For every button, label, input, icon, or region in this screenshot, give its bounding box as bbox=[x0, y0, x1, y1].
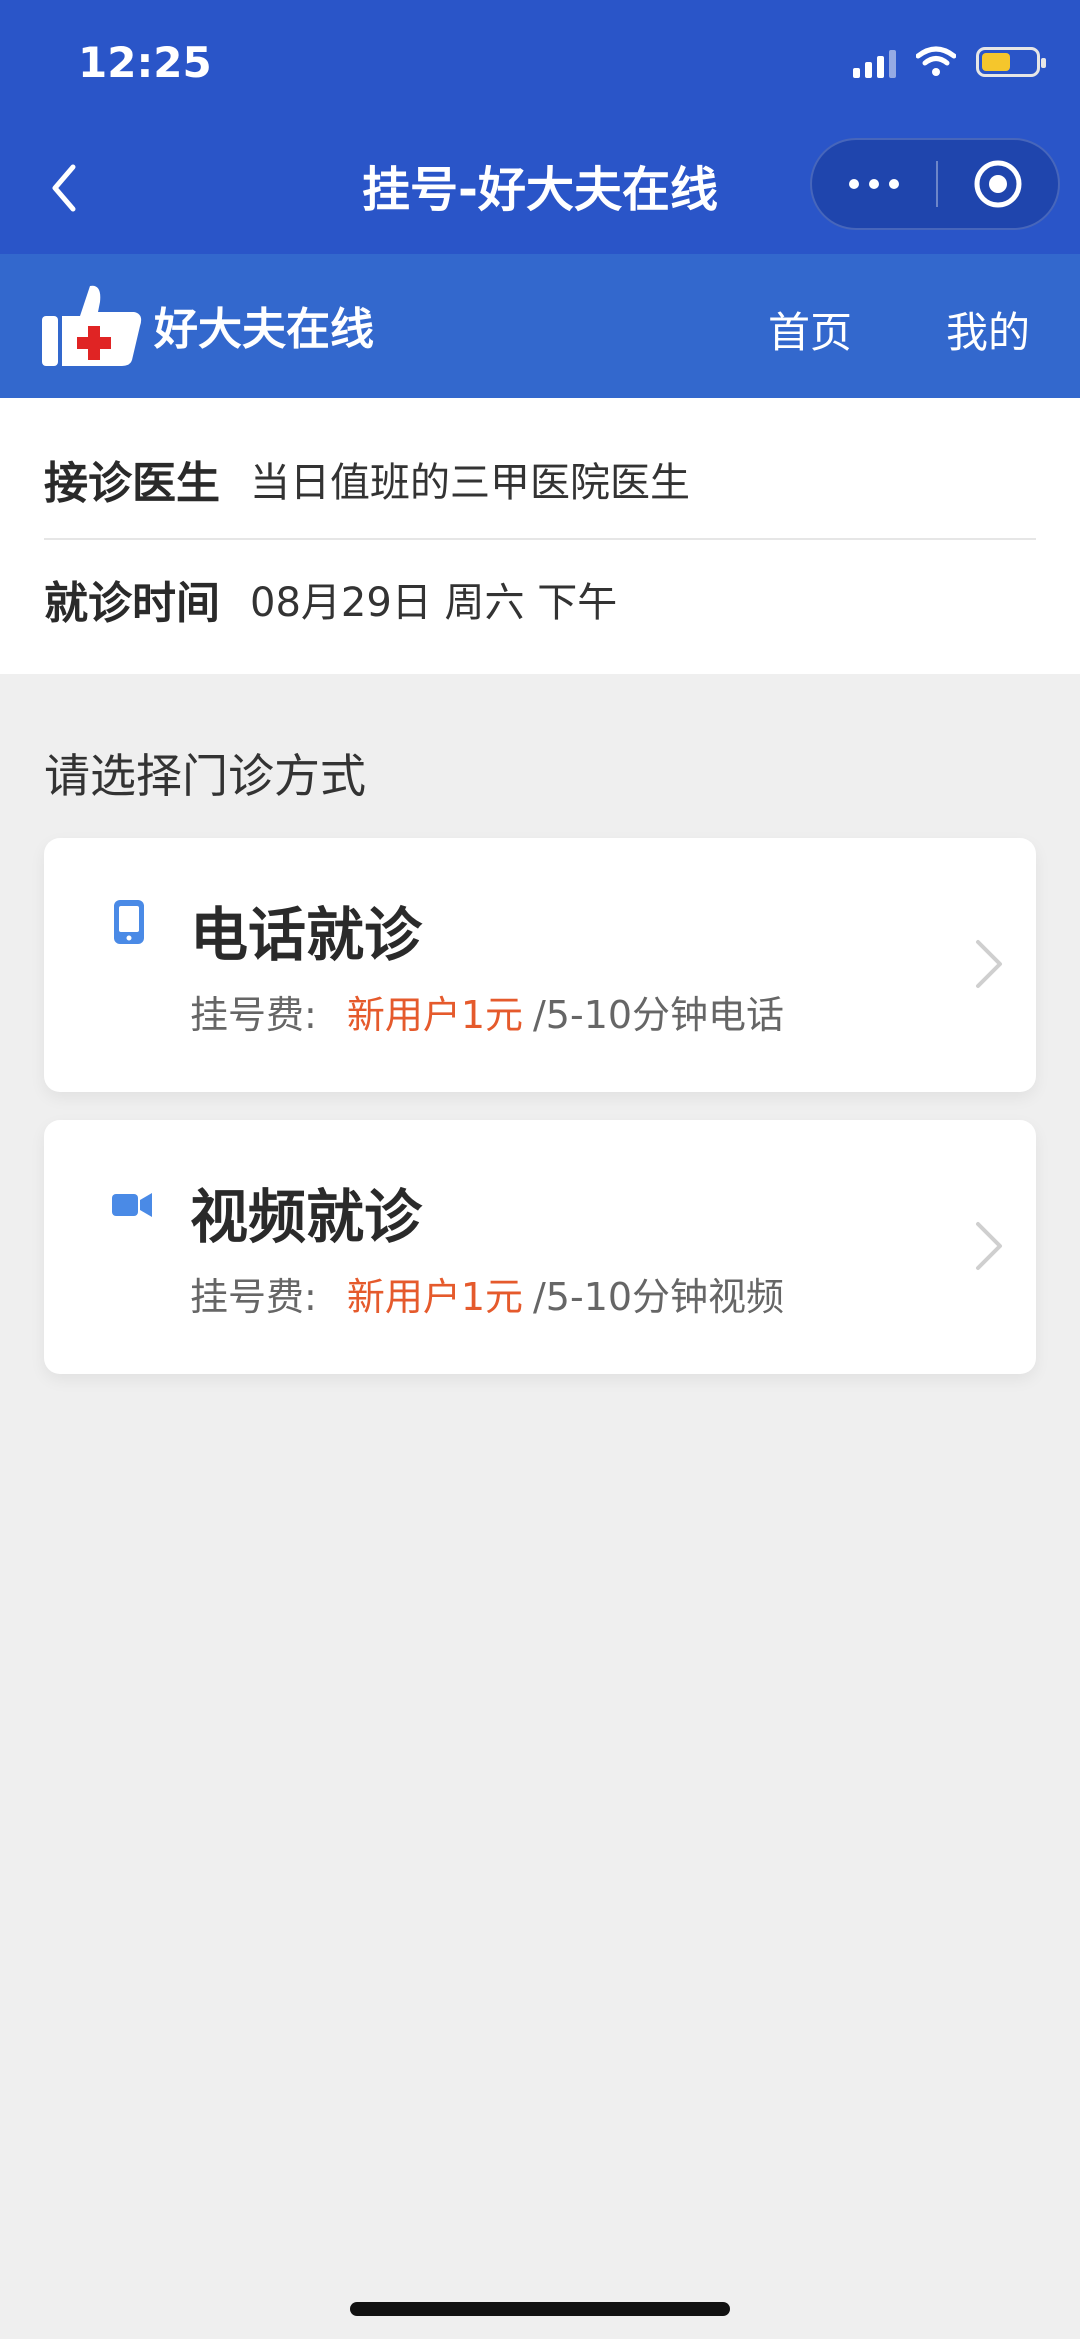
mini-program-capsule bbox=[810, 138, 1060, 230]
top-bar: 12:25 挂号-好大夫在线 bbox=[0, 0, 1080, 254]
fee-detail: /5-10分钟视频 bbox=[533, 1275, 785, 1319]
signal-icon bbox=[853, 46, 896, 78]
brand-header: 好大夫在线 首页 我的 bbox=[0, 254, 1080, 398]
chevron-right-icon bbox=[976, 1222, 1002, 1270]
dot-icon bbox=[849, 179, 859, 189]
more-button[interactable] bbox=[812, 140, 936, 228]
dot-icon bbox=[889, 179, 899, 189]
card-fee: 挂号费: 新用户1元/5-10分钟电话 bbox=[190, 984, 784, 1039]
video-consultation-card[interactable]: 视频就诊 挂号费: 新用户1元/5-10分钟视频 bbox=[44, 1120, 1036, 1374]
phone-icon bbox=[114, 900, 144, 944]
card-fee: 挂号费: 新用户1元/5-10分钟视频 bbox=[190, 1266, 784, 1321]
home-indicator[interactable] bbox=[350, 2302, 730, 2316]
doctor-row: 接诊医生 当日值班的三甲医院医生 bbox=[44, 420, 1036, 540]
doctor-label: 接诊医生 bbox=[44, 458, 220, 509]
status-icons bbox=[853, 46, 1046, 78]
dot-icon bbox=[869, 179, 879, 189]
time-row: 就诊时间 08月29日 周六 下午 bbox=[44, 540, 1036, 658]
battery-icon bbox=[976, 47, 1046, 77]
nav-mine-link[interactable]: 我的 bbox=[946, 299, 1030, 360]
doctor-value: 当日值班的三甲医院医生 bbox=[250, 460, 690, 506]
wifi-icon bbox=[916, 46, 956, 76]
logo[interactable]: 好大夫在线 bbox=[40, 282, 374, 368]
fee-price: 新用户1元 bbox=[346, 993, 523, 1037]
thumbs-up-cross-icon bbox=[42, 285, 142, 366]
chevron-right-icon bbox=[976, 940, 1002, 988]
status-time: 12:25 bbox=[78, 38, 212, 87]
fee-label: 挂号费: bbox=[190, 1275, 317, 1319]
fee-detail: /5-10分钟电话 bbox=[533, 993, 785, 1037]
time-value: 08月29日 周六 下午 bbox=[250, 580, 618, 626]
close-mini-program-button[interactable] bbox=[938, 140, 1058, 228]
appointment-info: 接诊医生 当日值班的三甲医院医生 就诊时间 08月29日 周六 下午 bbox=[0, 398, 1080, 674]
video-camera-icon bbox=[112, 1193, 152, 1217]
card-title: 电话就诊 bbox=[190, 901, 423, 969]
fee-price: 新用户1元 bbox=[346, 1275, 523, 1319]
target-icon bbox=[974, 160, 1022, 208]
section-title: 请选择门诊方式 bbox=[44, 749, 366, 803]
time-label: 就诊时间 bbox=[44, 578, 220, 629]
fee-label: 挂号费: bbox=[190, 993, 317, 1037]
card-title: 视频就诊 bbox=[190, 1183, 423, 1251]
nav-home-link[interactable]: 首页 bbox=[768, 299, 852, 360]
logo-text: 好大夫在线 bbox=[154, 304, 374, 355]
phone-consultation-card[interactable]: 电话就诊 挂号费: 新用户1元/5-10分钟电话 bbox=[44, 838, 1036, 1092]
